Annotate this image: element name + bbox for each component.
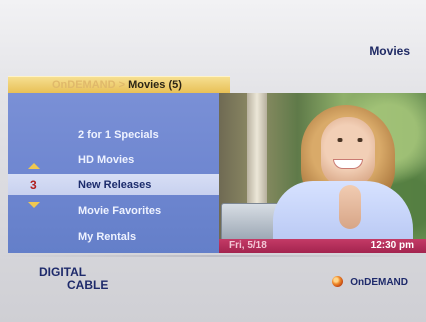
status-time: 12:30 pm	[370, 240, 414, 251]
selected-item-number: 3	[30, 178, 37, 192]
brand-line-2: CABLE	[67, 278, 109, 292]
up-arrow-icon[interactable]	[28, 163, 40, 169]
menu-item-hd-movies[interactable]: HD Movies	[78, 154, 134, 166]
menu-item-movie-favorites[interactable]: Movie Favorites	[78, 205, 161, 217]
person-face	[321, 117, 375, 187]
breadcrumb-root[interactable]: OnDEMAND	[52, 79, 116, 91]
ondemand-logo: OnDEMAND	[332, 276, 408, 288]
person-eyes	[335, 138, 365, 142]
page-title: Movies	[369, 44, 410, 58]
breadcrumb-current: Movies	[128, 79, 166, 91]
breadcrumb: OnDEMAND > Movies (5)	[8, 76, 230, 94]
person-hand	[339, 185, 361, 229]
ondemand-logo-text: OnDEMAND	[350, 277, 408, 288]
menu-item-new-releases[interactable]: New Releases	[78, 179, 151, 191]
status-date: Fri, 5/18	[229, 240, 267, 251]
brand-logo: DIGITAL CABLE	[39, 266, 108, 292]
menu-panel	[8, 93, 219, 253]
ondemand-screen: Movies OnDEMAND > Movies (5) 3 2 for 1 S…	[0, 0, 426, 322]
menu-item-my-rentals[interactable]: My Rentals	[78, 231, 136, 243]
footer-divider	[0, 255, 426, 257]
menu-item-2-for-1-specials[interactable]: 2 for 1 Specials	[78, 129, 159, 141]
breadcrumb-count: (5)	[168, 79, 182, 91]
status-bar: Fri, 5/18 12:30 pm	[219, 239, 426, 253]
video-preview	[219, 93, 426, 239]
down-arrow-icon[interactable]	[28, 202, 40, 208]
ondemand-logo-icon	[332, 276, 344, 287]
breadcrumb-separator: >	[118, 79, 126, 91]
